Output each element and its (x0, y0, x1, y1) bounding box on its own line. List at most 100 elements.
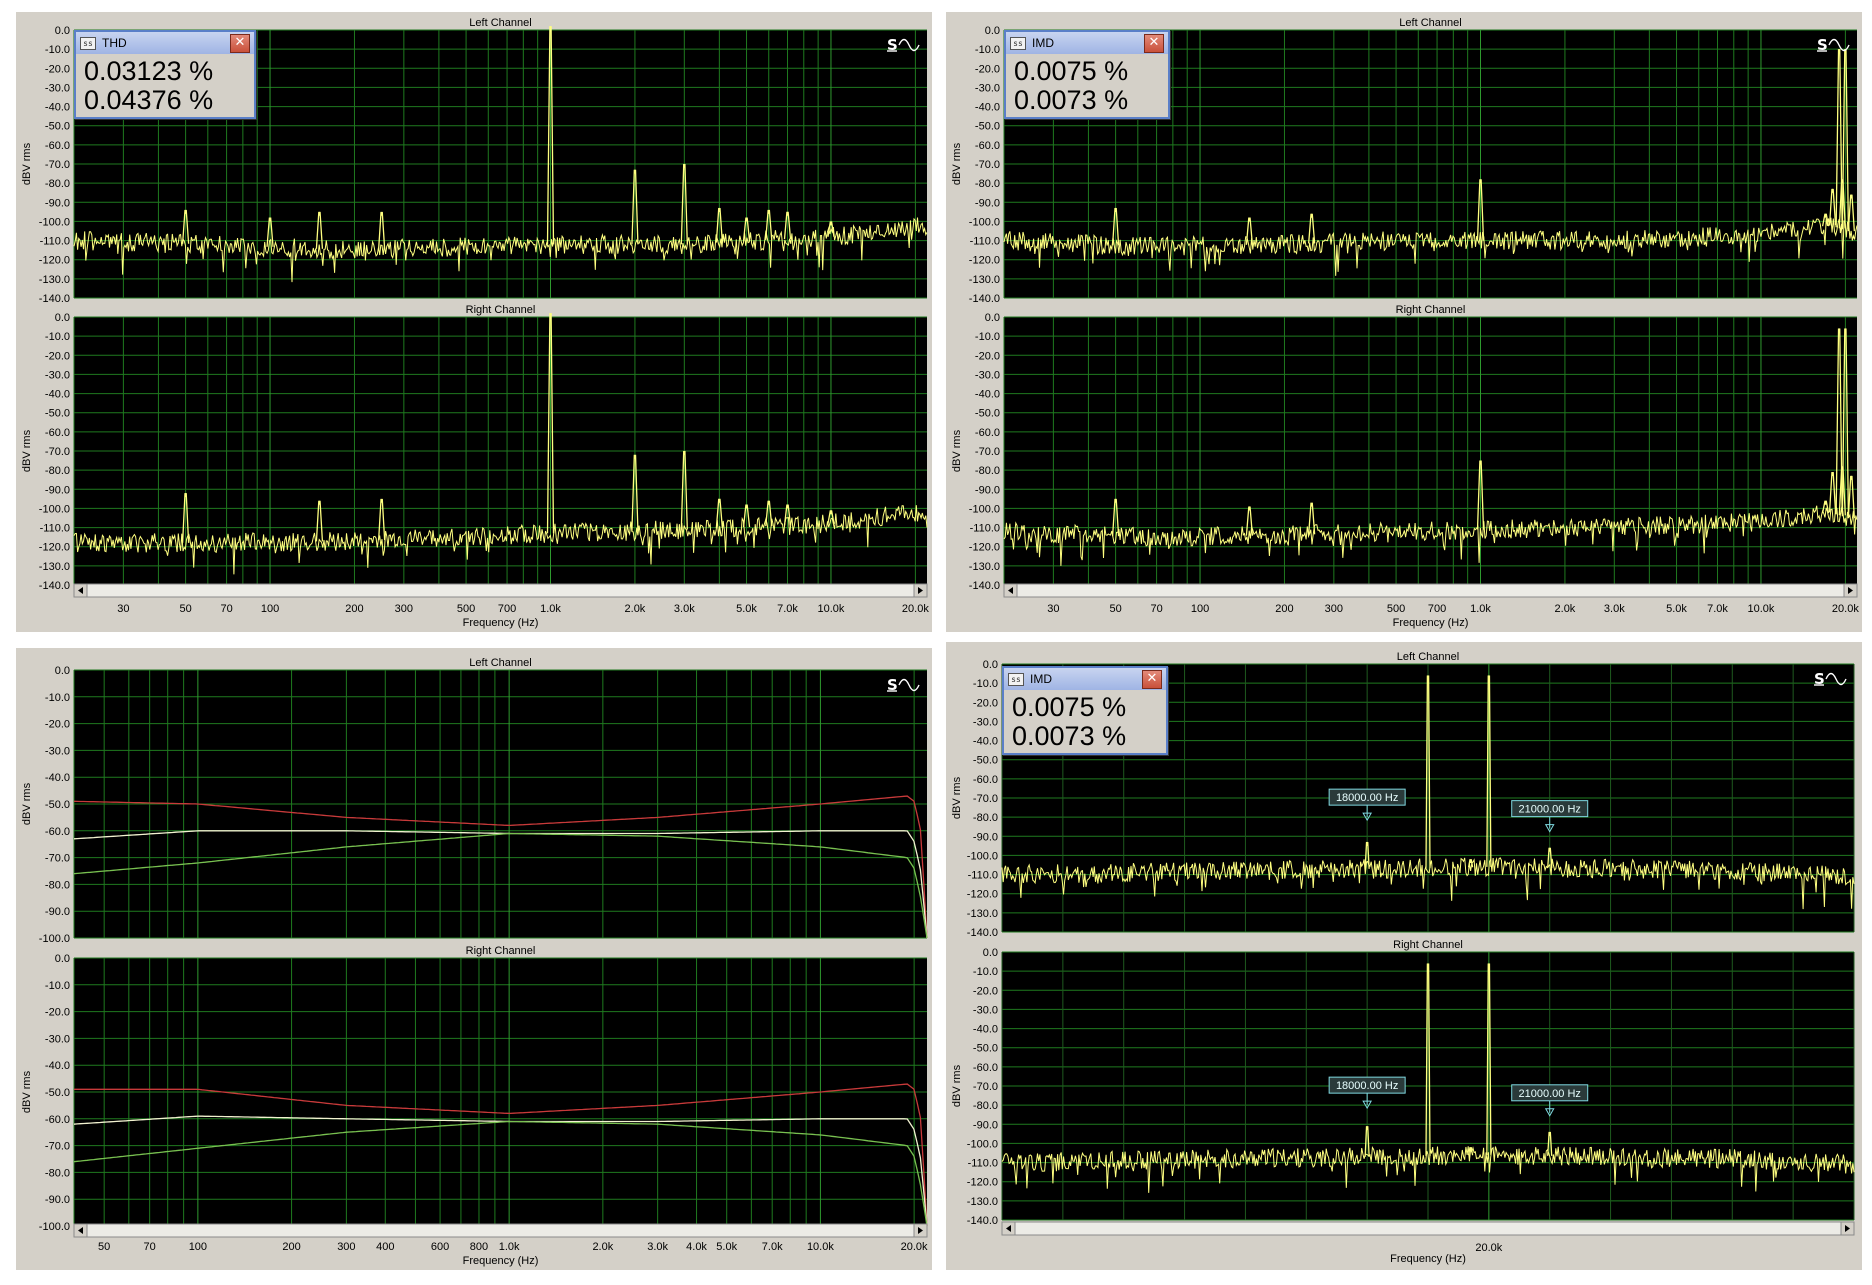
x-tick-label: 300 (1325, 603, 1343, 615)
channel-title: Left Channel (1399, 17, 1461, 29)
y-tick-label: -30.0 (973, 1004, 998, 1016)
y-axis-label: dBV rms (951, 429, 963, 472)
y-tick-label: -60.0 (973, 1062, 998, 1074)
y-tick-label: -130.0 (969, 274, 1000, 286)
readout-right-value: 0.04376 % (84, 85, 214, 115)
y-tick-label: -70.0 (45, 1141, 70, 1153)
channel-title: Right Channel (466, 304, 536, 316)
horizontal-scrollbar (1003, 583, 1858, 598)
x-tick-label: 10.0k (818, 603, 845, 615)
y-tick-label: -50.0 (45, 121, 70, 133)
x-tick-label: 1.0k (540, 603, 561, 615)
y-axis-label: dBV rms (21, 782, 33, 825)
x-tick-label: 20.0k (1832, 603, 1859, 615)
x-tick-label: 600 (431, 1241, 449, 1253)
x-tick-label: 2.0k (1555, 603, 1576, 615)
y-tick-label: -50.0 (45, 799, 70, 811)
x-tick-label: 700 (1428, 603, 1446, 615)
x-tick-label: 50 (1109, 603, 1121, 615)
y-axis-label: dBV rms (21, 142, 33, 185)
x-tick-label: 300 (337, 1241, 355, 1253)
y-tick-label: -50.0 (973, 1043, 998, 1055)
marker-label: 21000.00 Hz (1519, 804, 1581, 816)
y-tick-label: -40.0 (975, 102, 1000, 114)
y-tick-label: -120.0 (969, 255, 1000, 267)
y-tick-label: 0.0 (55, 665, 70, 677)
imd-zoom-readout[interactable]: ss IMD ✕ 0.0075 % 0.0073 % (1002, 666, 1168, 755)
y-tick-label: -140.0 (967, 927, 998, 939)
x-tick-label: 70 (220, 603, 232, 615)
x-tick-label: 4.0k (686, 1241, 707, 1253)
readout-name: IMD (1030, 672, 1052, 686)
y-tick-label: -90.0 (973, 1119, 998, 1131)
x-tick-label: 5.0k (736, 603, 757, 615)
readout-app-icon: ss (1010, 36, 1026, 50)
y-tick-label: -140.0 (967, 1215, 998, 1227)
y-tick-label: -90.0 (975, 484, 1000, 496)
y-tick-label: 0.0 (55, 25, 70, 37)
channel-title: Left Channel (469, 657, 531, 669)
y-axis-label: dBV rms (21, 1070, 33, 1113)
y-tick-label: -130.0 (39, 561, 70, 573)
y-tick-label: -20.0 (45, 1007, 70, 1019)
y-tick-label: -80.0 (45, 465, 70, 477)
thd-readout[interactable]: ss THD ✕ 0.03123 % 0.04376 % (74, 30, 256, 119)
x-tick-label: 7.0k (777, 603, 798, 615)
x-tick-label: 400 (376, 1241, 394, 1253)
y-tick-label: -140.0 (969, 580, 1000, 592)
y-tick-label: -50.0 (973, 755, 998, 767)
channel-title: Right Channel (1393, 939, 1463, 951)
readout-right-value: 0.0073 % (1012, 721, 1127, 751)
y-tick-label: -70.0 (45, 853, 70, 865)
y-tick-label: -100.0 (967, 850, 998, 862)
x-tick-label: 3.0k (1604, 603, 1625, 615)
y-tick-label: -80.0 (975, 465, 1000, 477)
x-tick-label: 5.0k (1666, 603, 1687, 615)
x-tick-label: 10.0k (807, 1241, 834, 1253)
y-tick-label: -100.0 (969, 216, 1000, 228)
imd-panel: Left Channel 0.0 -10.0 -20.0 -30.0 -40.0 -50.0… (946, 12, 1862, 632)
y-tick-label: -80.0 (973, 1100, 998, 1112)
x-tick-label: 100 (261, 603, 279, 615)
y-tick-label: -120.0 (39, 542, 70, 554)
y-tick-label: -20.0 (45, 63, 70, 75)
y-tick-label: -30.0 (45, 1033, 70, 1045)
y-tick-label: -130.0 (39, 274, 70, 286)
y-tick-label: -60.0 (45, 427, 70, 439)
close-icon[interactable]: ✕ (1144, 34, 1164, 53)
y-tick-label: -110.0 (40, 523, 70, 535)
horizontal-scrollbar (73, 1223, 928, 1238)
y-tick-label: 0.0 (983, 659, 998, 671)
channel-title: Right Channel (1396, 304, 1466, 316)
y-tick-label: -20.0 (45, 350, 70, 362)
y-tick-label: -90.0 (45, 1194, 70, 1206)
y-tick-label: -90.0 (45, 906, 70, 918)
y-tick-label: -60.0 (45, 826, 70, 838)
x-tick-label: 1.0k (499, 1241, 520, 1253)
y-axis-label: dBV rms (951, 1064, 963, 1107)
y-tick-label: 0.0 (983, 947, 998, 959)
y-tick-label: -140.0 (969, 293, 1000, 305)
frequency-response-chart: Left Channel 0.0 -10.0 -20.0 -30.0 -40.0 -50.0… (21, 657, 928, 1267)
y-tick-label: -70.0 (45, 159, 70, 171)
y-tick-label: -90.0 (45, 484, 70, 496)
y-tick-label: -30.0 (45, 82, 70, 94)
close-icon[interactable]: ✕ (230, 34, 250, 53)
x-tick-label: 70 (144, 1241, 156, 1253)
marker-label: 18000.00 Hz (1336, 792, 1398, 804)
y-tick-label: -50.0 (45, 1087, 70, 1099)
x-tick-label: 200 (282, 1241, 300, 1253)
y-tick-label: -70.0 (975, 446, 1000, 458)
y-tick-label: -100.0 (967, 1138, 998, 1150)
y-tick-label: -20.0 (975, 63, 1000, 75)
close-icon[interactable]: ✕ (1142, 670, 1162, 689)
y-tick-label: -50.0 (975, 408, 1000, 420)
y-tick-label: -120.0 (967, 1177, 998, 1189)
y-tick-label: -70.0 (45, 446, 70, 458)
x-tick-label: 500 (457, 603, 475, 615)
y-tick-label: -90.0 (975, 197, 1000, 209)
y-tick-label: 0.0 (55, 953, 70, 965)
imd-readout[interactable]: ss IMD ✕ 0.0075 % 0.0073 % (1004, 30, 1170, 119)
y-tick-label: -140.0 (39, 293, 70, 305)
x-axis-label: Frequency (Hz) (1390, 1253, 1466, 1265)
